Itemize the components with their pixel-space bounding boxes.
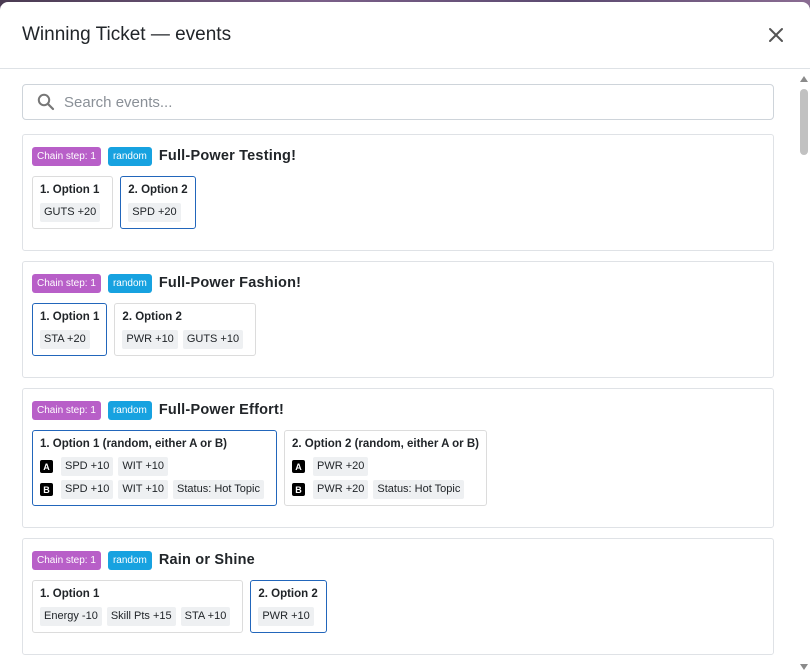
option-label: 2. Option 2: [122, 311, 182, 323]
option-variant-row: A SPD +10 WIT +10: [40, 457, 269, 476]
option-label: 2. Option 2: [128, 184, 188, 196]
random-badge: random: [107, 146, 152, 166]
effect-chip: PWR +10: [258, 607, 314, 626]
variant-letter-badge: B: [40, 483, 53, 496]
option-card[interactable]: 2. Option 2 PWR +10 GUTS +10: [114, 303, 257, 356]
effect-list: PWR +10: [258, 607, 318, 626]
modal-header: Winning Ticket — events: [0, 2, 810, 69]
scroll-up-arrow-icon[interactable]: [800, 76, 808, 82]
effect-list: PWR +20 Status: Hot Topic: [312, 480, 469, 499]
card-spacer: [32, 506, 764, 527]
event-card: Chain step: 1 random Full-Power Fashion! 1.…: [22, 261, 774, 378]
modal-body: Chain step: 1 random Full-Power Testing! 1.…: [0, 70, 798, 672]
close-button[interactable]: [764, 23, 788, 47]
option-label: 1. Option 1: [40, 588, 100, 600]
search-input[interactable]: [64, 93, 744, 111]
effect-list: PWR +20: [312, 457, 373, 476]
card-spacer: [32, 229, 764, 250]
option-card[interactable]: 1. Option 1 (random, either A or B) A SPD …: [32, 430, 277, 506]
event-header: Chain step: 1 random Full-Power Fashion!: [32, 271, 764, 295]
event-options: 1. Option 1 (random, either A or B) A SPD …: [32, 430, 764, 506]
effect-chip: PWR +10: [122, 330, 178, 349]
event-options: 1. Option 1 STA +20 2. Option 2 PWR +10 GUTS…: [32, 303, 764, 356]
effect-chip: SPD +10: [61, 457, 114, 476]
chain-step-badge: Chain step: 1: [32, 273, 101, 293]
option-card[interactable]: 2. Option 2 PWR +10: [250, 580, 327, 633]
option-variant-row: B SPD +10 WIT +10 Status: Hot Topic: [40, 480, 269, 499]
event-header: Chain step: 1 random Rain or Shine: [32, 548, 764, 572]
effect-list: SPD +20: [128, 203, 187, 222]
scroll-thumb[interactable]: [800, 89, 808, 155]
chain-step-badge: Chain step: 1: [32, 400, 101, 420]
event-card: Chain step: 1 random Full-Power Effort! 1. …: [22, 388, 774, 528]
option-card[interactable]: 1. Option 1 GUTS +20: [32, 176, 114, 229]
effect-list: SPD +10 WIT +10: [61, 457, 173, 476]
option-card[interactable]: 1. Option 1 Energy -10 Skill Pts +15 STA +1…: [32, 580, 244, 633]
chain-step-badge: Chain step: 1: [32, 550, 101, 570]
scroll-down-arrow-icon[interactable]: [800, 664, 808, 670]
random-badge: random: [107, 273, 152, 293]
effect-chip: Status: Hot Topic: [373, 480, 465, 499]
variant-letter-badge: B: [291, 483, 305, 496]
option-label: 1. Option 1: [40, 311, 100, 323]
card-spacer: [32, 356, 764, 377]
effect-chip: WIT +10: [118, 457, 169, 476]
option-variant-row: A PWR +20: [291, 457, 479, 476]
search-icon: [37, 93, 55, 111]
event-options: 1. Option 1 GUTS +20 2. Option 2 SPD +20: [32, 176, 764, 229]
event-options: 1. Option 1 Energy -10 Skill Pts +15 STA +1…: [32, 580, 764, 633]
event-list: Chain step: 1 random Full-Power Testing! 1.…: [22, 134, 798, 655]
card-spacer: [32, 633, 764, 654]
variant-letter-badge: A: [40, 460, 53, 473]
chain-step-badge: Chain step: 1: [32, 146, 101, 166]
event-title: Full-Power Effort!: [158, 402, 285, 418]
effect-chip: Status: Hot Topic: [173, 480, 264, 499]
effect-chip: PWR +20: [312, 480, 369, 499]
effect-list: GUTS +20: [40, 203, 105, 222]
effect-chip: Skill Pts +15: [106, 607, 176, 626]
event-card: Chain step: 1 random Full-Power Testing! 1.…: [22, 134, 774, 251]
events-modal: Winning Ticket — events Chain step: 1 ran…: [0, 2, 810, 672]
effect-chip: SPD +20: [128, 203, 181, 222]
event-title: Rain or Shine: [158, 552, 255, 568]
option-card[interactable]: 2. Option 2 SPD +20: [120, 176, 196, 229]
option-label: 1. Option 1 (random, either A or B): [40, 438, 227, 450]
event-card: Chain step: 1 random Rain or Shine 1. Optio…: [22, 538, 774, 655]
variant-letter-badge: A: [291, 460, 305, 473]
effect-list: PWR +10 GUTS +10: [122, 330, 248, 349]
close-icon: [769, 28, 783, 42]
effect-chip: PWR +20: [312, 457, 369, 476]
event-title: Full-Power Testing!: [158, 148, 297, 164]
option-label: 2. Option 2: [258, 588, 318, 600]
effect-list: Energy -10 Skill Pts +15 STA +10: [40, 607, 235, 626]
random-badge: random: [107, 550, 152, 570]
random-badge: random: [107, 400, 152, 420]
effect-chip: SPD +10: [61, 480, 114, 499]
effect-chip: GUTS +20: [40, 203, 101, 222]
effect-chip: GUTS +10: [182, 330, 244, 349]
effect-list: STA +20: [40, 330, 99, 349]
effect-chip: WIT +10: [118, 480, 169, 499]
event-header: Chain step: 1 random Full-Power Effort!: [32, 398, 764, 422]
modal-title: Winning Ticket — events: [22, 24, 232, 45]
option-label: 2. Option 2 (random, either A or B): [291, 438, 479, 450]
option-card[interactable]: 1. Option 1 STA +20: [32, 303, 108, 356]
option-variant-row: B PWR +20 Status: Hot Topic: [291, 480, 479, 499]
effect-chip: Energy -10: [40, 607, 102, 626]
effect-chip: STA +20: [40, 330, 90, 349]
effect-chip: STA +10: [180, 607, 231, 626]
event-header: Chain step: 1 random Full-Power Testing!: [32, 144, 764, 168]
event-title: Full-Power Fashion!: [158, 275, 302, 291]
option-label: 1. Option 1: [40, 184, 100, 196]
scrollbar[interactable]: [798, 70, 810, 672]
search-box: [22, 84, 774, 120]
option-card[interactable]: 2. Option 2 (random, either A or B) A PWR …: [283, 430, 487, 506]
effect-list: SPD +10 WIT +10 Status: Hot Topic: [61, 480, 269, 499]
